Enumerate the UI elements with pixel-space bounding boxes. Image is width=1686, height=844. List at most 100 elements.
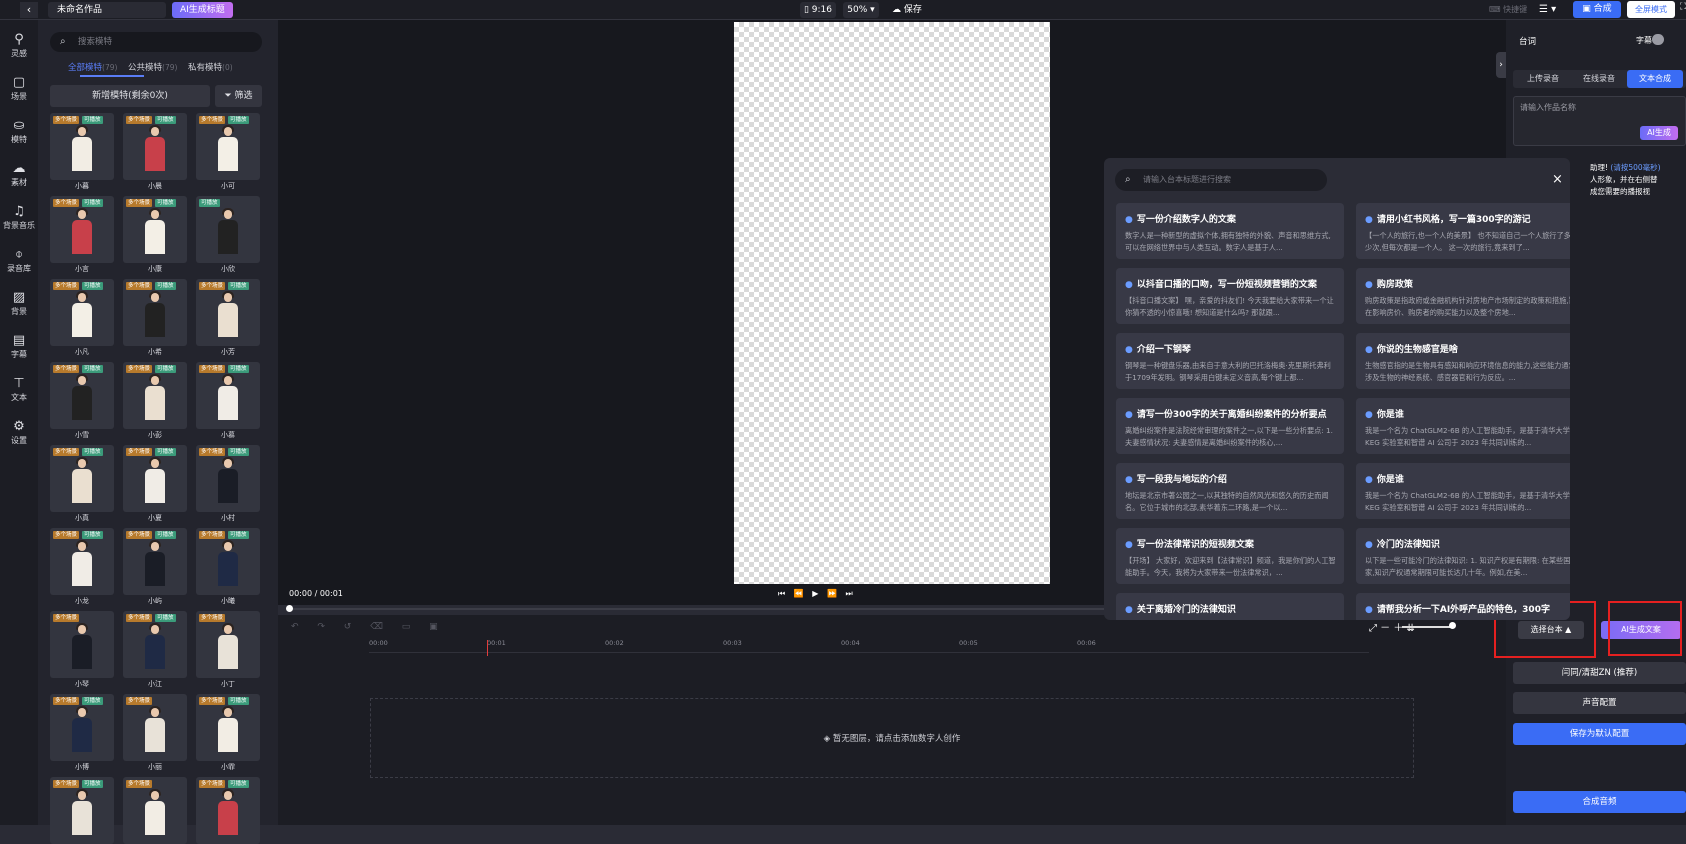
compose-button[interactable]: ▣ 合成 bbox=[1573, 1, 1621, 18]
save-default-button[interactable]: 保存为默认配置 bbox=[1513, 723, 1686, 745]
save-label: 保存 bbox=[903, 5, 922, 15]
filter-button[interactable]: ⏷ 筛选 bbox=[215, 85, 262, 107]
empty-track-hint[interactable]: ◈ 暂无图层，请点击添加数字人创作 bbox=[370, 698, 1414, 778]
script-card[interactable]: ● 购房政策 购房政策是指政府或金融机构针对房地产市场制定的政策和措施,旨在影响房价… bbox=[1356, 268, 1570, 324]
model-card[interactable]: 多个场景 可播放 bbox=[123, 113, 187, 180]
model-card[interactable]: 多个场景 可播放 bbox=[123, 528, 187, 595]
nav-icon: ☁ bbox=[12, 161, 26, 176]
add-model-button[interactable]: 新增模特(剩余0次) bbox=[50, 85, 210, 107]
model-card[interactable]: 多个场景 可播放 bbox=[50, 445, 114, 512]
nav-item[interactable]: ▢ 场景 bbox=[0, 75, 38, 102]
voice-config-button[interactable]: 声音配置 bbox=[1513, 692, 1686, 714]
script-card[interactable]: ● 冷门的法律知识 以下是一些可能冷门的法律知识: 1. 知识产权是有期限: 在某些… bbox=[1356, 528, 1570, 584]
layout-menu-icon[interactable]: ☰ ▾ bbox=[1539, 2, 1556, 18]
tab-private-models[interactable]: 私有模特(0) bbox=[188, 61, 233, 73]
script-card[interactable]: ● 写一份法律常识的短视频文案 【开场】 大家好，欢迎来到【法律常识】频道，我是你们… bbox=[1116, 528, 1344, 584]
script-card[interactable]: ● 你是谁 我是一个名为 ChatGLM2-6B 的人工智能助手，是基于清华大学 K… bbox=[1356, 398, 1570, 454]
zoom-select[interactable]: 50% ▾ bbox=[843, 2, 879, 18]
bullet-icon: ● bbox=[1125, 410, 1133, 420]
collapse-right-icon[interactable]: › bbox=[1496, 52, 1506, 78]
script-search-input[interactable]: ⌕ 请输入台本标题进行搜索 bbox=[1115, 169, 1327, 191]
tab-all-models[interactable]: 全部模特(79) bbox=[68, 61, 117, 73]
script-card[interactable]: ● 写一份介绍数字人的文案 数字人是一种新型的虚拟个体,拥有独特的外貌、声音和思维方… bbox=[1116, 203, 1344, 259]
model-card[interactable]: 多个场景 bbox=[196, 611, 260, 678]
fullscreen-mode-button[interactable]: 全屏模式 bbox=[1627, 1, 1675, 18]
ai-generate-button[interactable]: AI生成 bbox=[1640, 126, 1678, 140]
nav-item[interactable]: ⚲ 灵感 bbox=[0, 32, 38, 59]
nav-item[interactable]: ♫ 背景音乐 bbox=[0, 204, 38, 231]
aspect-ratio-select[interactable]: ▯ 9:16 bbox=[800, 2, 836, 18]
save-button[interactable]: ☁ 保存 bbox=[892, 2, 922, 18]
script-card[interactable]: ● 你说的生物感官是啥 生物感官指的是生物具有感知和响应环境信息的能力,这些能力通常… bbox=[1356, 333, 1570, 389]
compose-audio-button[interactable]: 合成音频 bbox=[1513, 791, 1686, 813]
model-search-input[interactable]: ⌕ 搜索模特 bbox=[50, 32, 262, 52]
timeline-zoom-slider[interactable] bbox=[1402, 626, 1452, 628]
script-card[interactable]: ● 写一段我与地坛的介绍 地坛是北京市著公园之一,以其独特的自然风光和悠久的历史而闻… bbox=[1116, 463, 1344, 519]
nav-icon: ▤ bbox=[12, 333, 26, 348]
close-icon[interactable]: × bbox=[1552, 172, 1563, 187]
tab-online-record[interactable]: 在线录音 bbox=[1571, 70, 1627, 88]
nav-item[interactable]: ⚙ 设置 bbox=[0, 419, 38, 446]
playhead[interactable] bbox=[487, 640, 488, 656]
model-card[interactable]: 多个场景 可播放 bbox=[196, 694, 260, 761]
model-card[interactable]: 多个场景 可播放 bbox=[123, 445, 187, 512]
timeline-ruler[interactable]: 00:00 00:01 00:02 00:03 00:04 00:05 00:06 bbox=[369, 639, 1369, 653]
project-name-field[interactable]: 未命名作品 bbox=[48, 2, 166, 18]
model-card[interactable]: 多个场景 可播放 bbox=[50, 362, 114, 429]
nav-item[interactable]: ☁ 素材 bbox=[0, 161, 38, 188]
model-card[interactable]: 多个场景 可播放 bbox=[50, 279, 114, 346]
empty-hint-text: 暂无图层，请点击添加数字人创作 bbox=[832, 734, 961, 744]
model-card[interactable]: 多个场景 可播放 bbox=[196, 279, 260, 346]
model-card[interactable]: 多个场景 可播放 bbox=[196, 777, 260, 844]
script-card[interactable]: ● 请帮我分析一下AI外呼产品的特色，300字 bbox=[1356, 593, 1570, 620]
model-card[interactable]: 多个场景 可播放 bbox=[196, 528, 260, 595]
expand-icon[interactable]: ⛶ bbox=[1680, 2, 1686, 12]
left-nav: ⚲ 灵感 ▢ 场景 ⛀ 模特 ☁ 素材 ♫ 背景音乐 ⌽ 录音库 ▨ 背景 ▤ 字幕 ⊤ 文本 ⚙ 设置 bbox=[0, 20, 38, 825]
nav-item[interactable]: ▨ 背景 bbox=[0, 290, 38, 317]
timeline-zoom-knob[interactable] bbox=[1449, 622, 1456, 629]
model-card[interactable]: 多个场景 bbox=[123, 777, 187, 844]
video-canvas[interactable] bbox=[734, 22, 1050, 584]
script-card[interactable]: ● 介绍一下钢琴 钢琴是一种键盘乐器,由来自于意大利的巴托洛梅奥·克里斯托弗利于17… bbox=[1116, 333, 1344, 389]
timeline-toolbar[interactable]: ↶ ↷ ↺ ⌫ ▭ ▣ bbox=[291, 622, 446, 632]
model-card[interactable]: 多个场景 可播放 bbox=[50, 694, 114, 761]
nav-item[interactable]: ⌽ 录音库 bbox=[0, 247, 38, 274]
model-card[interactable]: 多个场景 可播放 bbox=[123, 362, 187, 429]
nav-item[interactable]: ⛀ 模特 bbox=[0, 118, 38, 145]
playback-controls[interactable]: ⏮ ⏪ ▶ ⏩ ⏭ bbox=[778, 589, 856, 599]
script-card[interactable]: ● 关于离婚冷门的法律知识 bbox=[1116, 593, 1344, 620]
model-card[interactable]: 多个场景 可播放 bbox=[196, 362, 260, 429]
model-card[interactable]: 多个场景 bbox=[50, 611, 114, 678]
model-card[interactable]: 多个场景 可播放 bbox=[50, 777, 114, 844]
model-card[interactable]: 多个场景 可播放 bbox=[123, 279, 187, 346]
script-card[interactable]: ● 你是谁 我是一个名为 ChatGLM2-6B 的人工智能助手，是基于清华大学 K… bbox=[1356, 463, 1570, 519]
model-card[interactable]: 多个场景 可播放 bbox=[123, 611, 187, 678]
model-card[interactable]: 多个场景 bbox=[123, 694, 187, 761]
script-card-desc: 以下是一些可能冷门的法律知识: 1. 知识产权是有期限: 在某些国家,知识产权通… bbox=[1365, 556, 1570, 577]
back-icon[interactable]: ‹ bbox=[20, 2, 38, 18]
shortcut-button[interactable]: ⌨ 快捷键 bbox=[1489, 2, 1527, 18]
script-card[interactable]: ● 以抖音口播的口吻，写一份短视频营销的文案 【抖音口播文案】 嘿，亲爱的抖友们! … bbox=[1116, 268, 1344, 324]
model-card[interactable]: 多个场景 可播放 bbox=[50, 528, 114, 595]
tab-upload-audio[interactable]: 上传录音 bbox=[1515, 70, 1571, 88]
nav-item[interactable]: ⊤ 文本 bbox=[0, 376, 38, 403]
model-card[interactable]: 可播放 bbox=[196, 196, 260, 263]
model-card[interactable]: 多个场景 可播放 bbox=[123, 196, 187, 263]
model-card[interactable]: 多个场景 可播放 bbox=[50, 196, 114, 263]
model-avatar bbox=[218, 291, 238, 337]
tab-public-models[interactable]: 公共模特(79) bbox=[128, 61, 177, 73]
progress-track[interactable] bbox=[289, 608, 1109, 610]
nav-item[interactable]: ▤ 字幕 bbox=[0, 333, 38, 360]
tab-text-synthesis[interactable]: 文本合成 bbox=[1627, 70, 1683, 88]
voice-select-button[interactable]: 闫同/清甜ZN (推荐) bbox=[1513, 662, 1686, 684]
model-card[interactable]: 多个场景 可播放 bbox=[50, 113, 114, 180]
script-card[interactable]: ● 请写一份300字的关于离婚纠纷案件的分析要点 离婚纠纷案件是法院经常审理的案件之… bbox=[1116, 398, 1344, 454]
multi-scene-badge: 多个场景 bbox=[126, 365, 153, 373]
script-card[interactable]: ● 请用小红书风格，写一篇300字的游记 【一个人的旅行,也一个人的美景】 也不知道… bbox=[1356, 203, 1570, 259]
model-card[interactable]: 多个场景 可播放 bbox=[196, 113, 260, 180]
progress-knob[interactable] bbox=[286, 605, 293, 612]
model-card[interactable]: 多个场景 可播放 bbox=[196, 445, 260, 512]
nav-label: 灵感 bbox=[11, 49, 27, 58]
subtitle-toggle[interactable] bbox=[1652, 34, 1664, 45]
ai-title-button[interactable]: AI生成标题 bbox=[172, 2, 233, 18]
